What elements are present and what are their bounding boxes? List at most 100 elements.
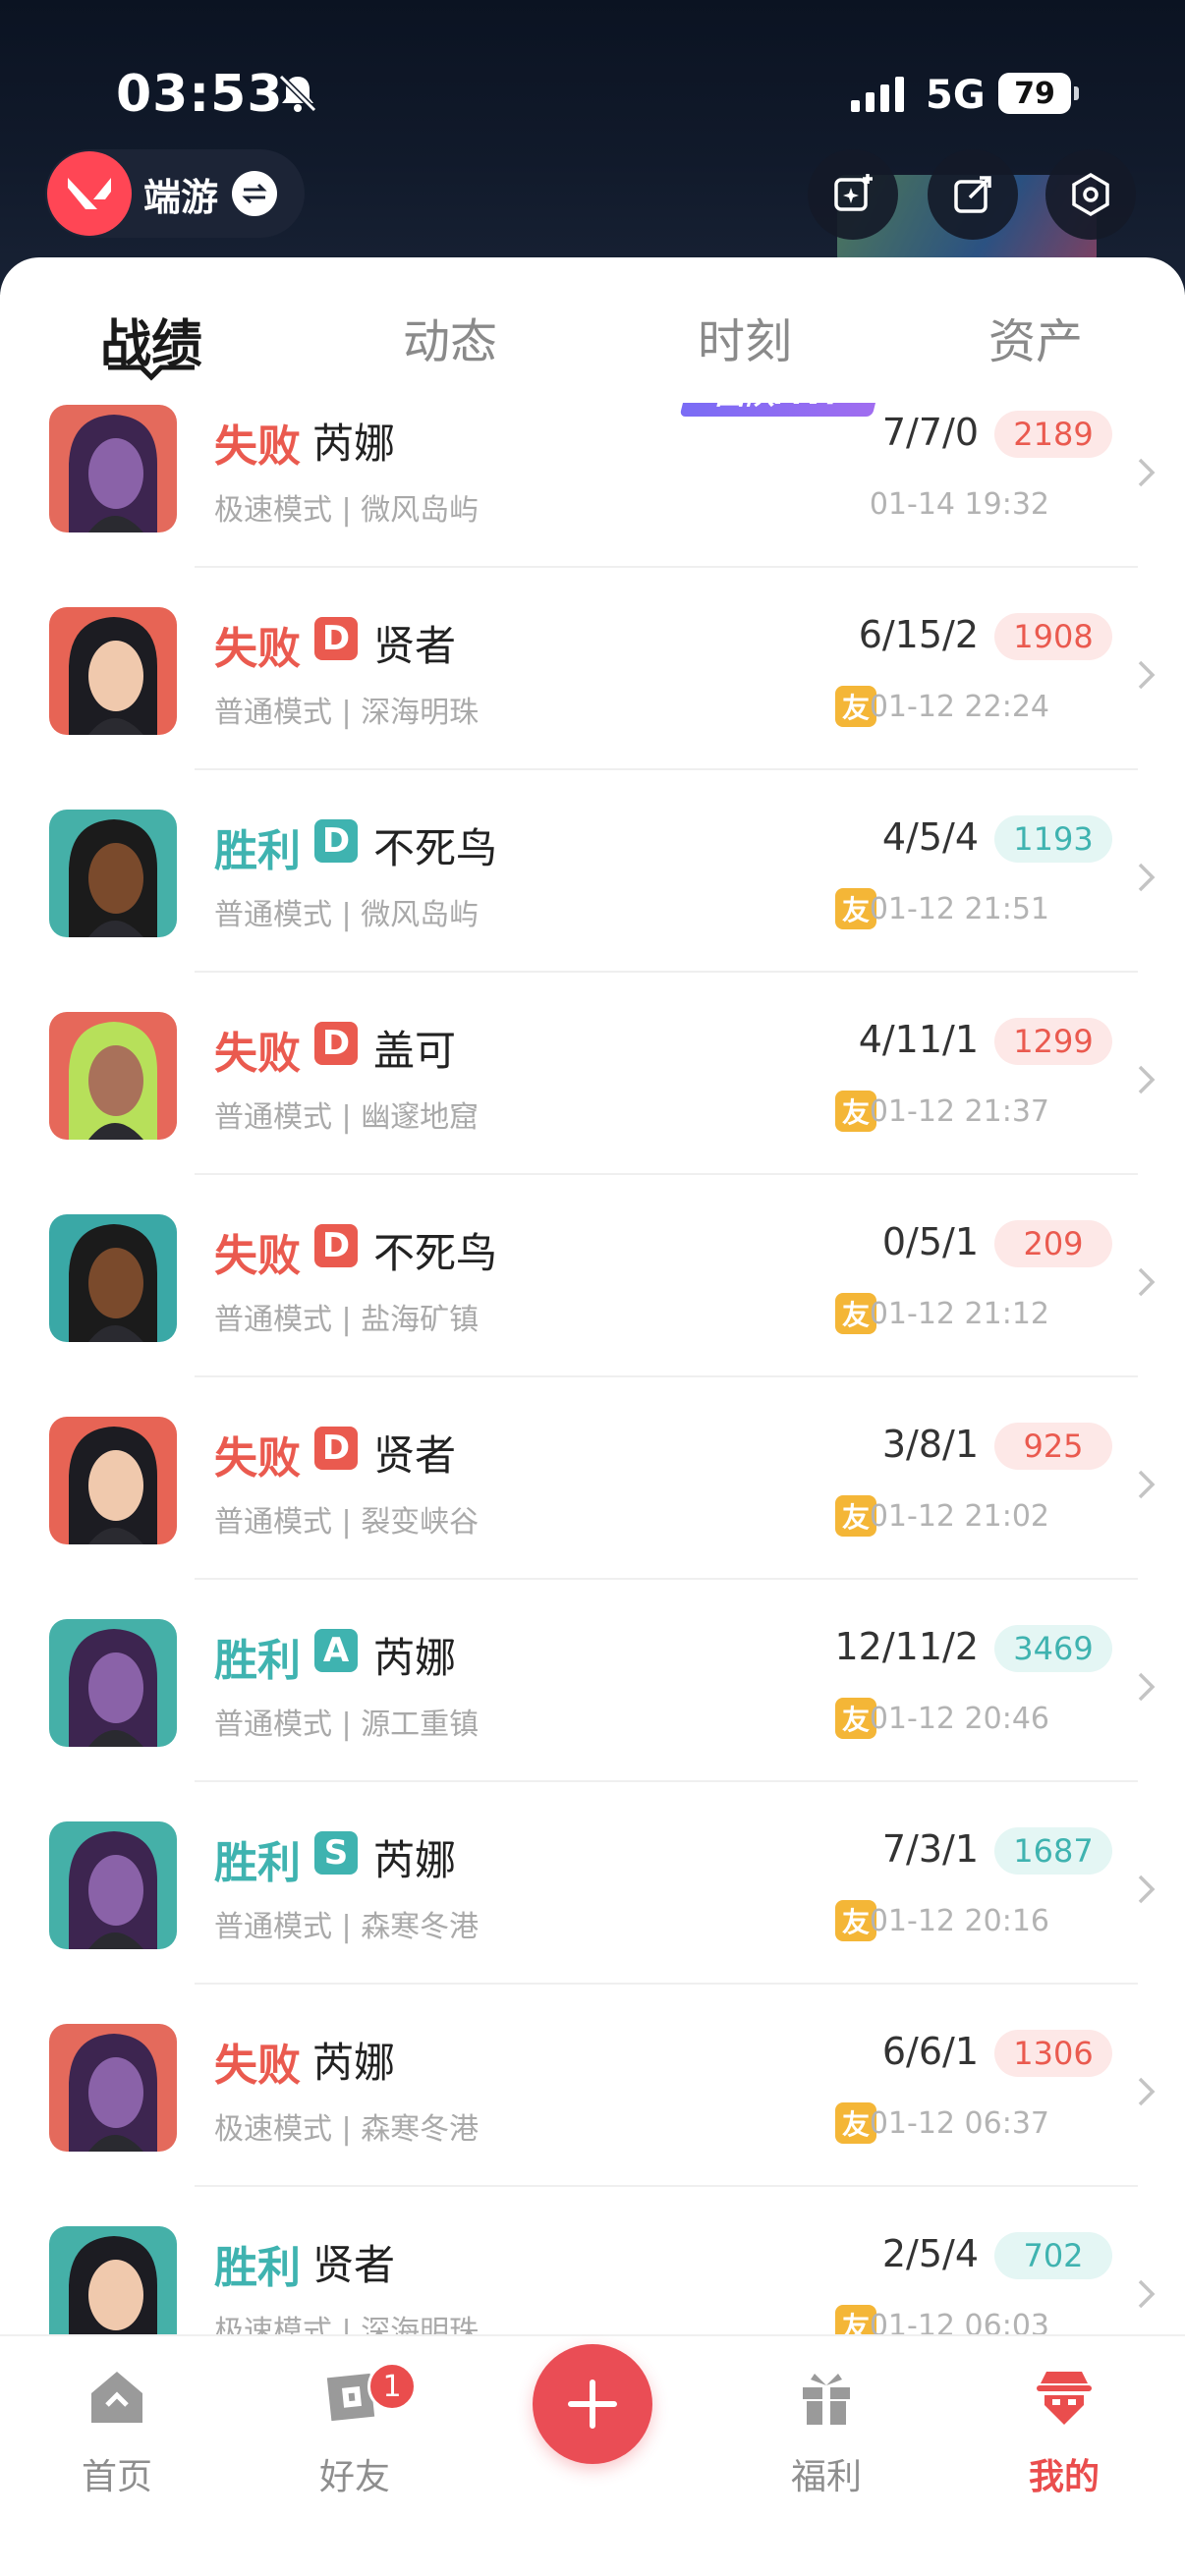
performance-grade: S — [314, 1831, 358, 1875]
agent-avatar — [49, 1012, 177, 1140]
nav-friends[interactable]: 1 好友 — [281, 2362, 428, 2499]
separator: | — [332, 1100, 362, 1135]
match-row[interactable]: 失败 D 贤者 普通模式 | 裂变峡谷 3/8/1 925 友 01-12 21:02 — [0, 1377, 1185, 1580]
settings-button[interactable] — [1045, 149, 1136, 240]
match-row[interactable]: 胜利 D 不死鸟 普通模式 | 微风岛屿 4/5/4 1193 友 01-12 21:51 — [0, 770, 1185, 973]
team-mvp-label: 团队MVP — [715, 403, 848, 413]
agent-name: 芮娜 — [312, 420, 396, 468]
match-score: 209 — [994, 1220, 1112, 1267]
agent-avatar — [49, 810, 177, 937]
match-map: 森寒冬港 — [361, 2112, 480, 2147]
match-row[interactable]: 胜利 贤者 极速模式 | 深海明珠 2/5/4 702 友 01-12 06:03 — [0, 2187, 1185, 2334]
match-row[interactable]: 胜利 A 芮娜 普通模式 | 源工重镇 12/11/2 3469 友 01-12 20:46 — [0, 1580, 1185, 1782]
game-switcher[interactable]: 端游 — [45, 149, 305, 238]
match-list[interactable]: 失败芮娜团队MVP极速模式 | 微风岛屿7/7/0218901-14 19:32… — [0, 403, 1185, 2334]
agent-name: 芮娜 — [373, 1836, 457, 1884]
chevron-right-icon — [1138, 1267, 1156, 1297]
status-time: 03:53 — [116, 65, 284, 124]
separator: | — [332, 2315, 362, 2334]
share-button[interactable] — [928, 149, 1018, 240]
chevron-right-icon — [1138, 2279, 1156, 2309]
match-map: 森寒冬港 — [361, 1910, 480, 1944]
match-kda: 0/5/1 — [881, 1220, 979, 1263]
match-mode-map: 普通模式 | 源工重镇 — [214, 1700, 479, 1743]
match-time: 01-12 20:16 — [869, 1904, 1049, 1938]
tab-indicator — [108, 364, 195, 381]
match-kda: 6/15/2 — [858, 613, 979, 656]
tab-bar: 战绩 动态 时刻 资产 — [0, 257, 1185, 403]
agent-name: 不死鸟 — [373, 824, 498, 872]
home-icon — [91, 2372, 142, 2423]
match-kda: 3/8/1 — [881, 1423, 979, 1466]
match-result: 失败 — [214, 624, 301, 674]
match-time: 01-12 21:37 — [869, 1094, 1049, 1129]
match-map: 深海明珠 — [361, 696, 480, 730]
match-map: 裂变峡谷 — [361, 1505, 480, 1540]
performance-grade: D — [314, 1427, 358, 1470]
separator: | — [332, 493, 362, 528]
match-kda: 12/11/2 — [834, 1625, 980, 1668]
match-row[interactable]: 胜利 S 芮娜 普通模式 | 森寒冬港 7/3/1 1687 友 01-12 20:16 — [0, 1782, 1185, 1985]
nav-friends-label: 好友 — [318, 2457, 390, 2497]
agent-avatar — [49, 2024, 177, 2152]
match-score: 925 — [994, 1423, 1112, 1470]
agent-name: 不死鸟 — [373, 1229, 498, 1277]
match-mode-map: 普通模式 | 微风岛屿 — [214, 890, 479, 933]
create-post-button[interactable] — [533, 2344, 652, 2464]
mute-bell-icon — [278, 74, 317, 113]
add-image-button[interactable] — [808, 149, 898, 240]
agent-avatar — [49, 2226, 177, 2334]
match-score: 1193 — [994, 815, 1112, 863]
match-mode: 普通模式 — [214, 696, 332, 730]
match-mode-map: 普通模式 | 森寒冬港 — [214, 1902, 479, 1945]
match-score: 2189 — [994, 411, 1112, 458]
game-name: 端游 — [143, 175, 219, 219]
tab-activity[interactable]: 动态 — [352, 303, 548, 371]
match-row[interactable]: 失败 D 不死鸟 普通模式 | 盐海矿镇 0/5/1 209 友 01-12 21:12 — [0, 1175, 1185, 1377]
match-mode-map: 普通模式 | 裂变峡谷 — [214, 1497, 479, 1540]
match-mode: 普通模式 — [214, 1708, 332, 1742]
match-mode: 普通模式 — [214, 1505, 332, 1540]
tab-assets[interactable]: 资产 — [937, 303, 1134, 371]
match-row[interactable]: 失败芮娜 团队MVP 极速模式 | 微风岛屿 7/7/0 2189 01-14 19:32 — [0, 403, 1185, 568]
nav-home-label: 首页 — [81, 2457, 152, 2497]
match-kda: 6/6/1 — [881, 2030, 979, 2073]
match-time: 01-12 06:03 — [869, 2309, 1049, 2334]
match-result: 胜利 — [214, 1636, 301, 1686]
match-mode-map: 极速模式 | 森寒冬港 — [214, 2104, 479, 2148]
nav-home[interactable]: 首页 — [43, 2366, 191, 2499]
add-image-icon — [834, 174, 873, 211]
match-score: 1306 — [994, 2030, 1112, 2077]
agent-avatar — [49, 1417, 177, 1544]
nav-me-label: 我的 — [1028, 2457, 1100, 2497]
friends-badge: 1 — [367, 2362, 417, 2411]
match-row[interactable]: 失败 芮娜 极速模式 | 森寒冬港 6/6/1 1306 友 01-12 06:37 — [0, 1985, 1185, 2187]
match-mode: 普通模式 — [214, 1910, 332, 1944]
performance-grade: D — [314, 617, 358, 660]
chevron-right-icon — [1138, 660, 1156, 690]
match-row[interactable]: 失败 D 盖可 普通模式 | 幽邃地窟 4/11/1 1299 友 01-12 21:37 — [0, 973, 1185, 1175]
chevron-right-icon — [1138, 1470, 1156, 1499]
nav-welfare[interactable]: 福利 — [753, 2366, 900, 2499]
tab-moments[interactable]: 时刻 — [647, 303, 843, 371]
agent-name: 芮娜 — [312, 2039, 396, 2087]
agent-avatar — [49, 1821, 177, 1949]
match-result: 失败 — [214, 421, 301, 472]
nav-me[interactable]: 我的 — [990, 2366, 1138, 2499]
match-mode: 普通模式 — [214, 1303, 332, 1337]
team-mvp-badge: 团队MVP — [679, 403, 885, 417]
match-row[interactable]: 失败 D 贤者 普通模式 | 深海明珠 6/15/2 1908 友 01-12 22:24 — [0, 568, 1185, 770]
agent-avatar — [49, 607, 177, 735]
match-score: 1908 — [994, 613, 1112, 660]
performance-grade: A — [314, 1629, 358, 1672]
chevron-right-icon — [1138, 863, 1156, 892]
performance-grade: D — [314, 1022, 358, 1065]
gift-icon — [803, 2374, 850, 2425]
chevron-right-icon — [1138, 1672, 1156, 1702]
match-mode-map: 普通模式 | 幽邃地窟 — [214, 1092, 479, 1136]
match-mode: 极速模式 — [214, 2315, 332, 2334]
agent-avatar — [49, 405, 177, 532]
match-result: 失败 — [214, 1029, 301, 1079]
match-map: 盐海矿镇 — [361, 1303, 480, 1337]
match-mode: 极速模式 — [214, 493, 332, 528]
